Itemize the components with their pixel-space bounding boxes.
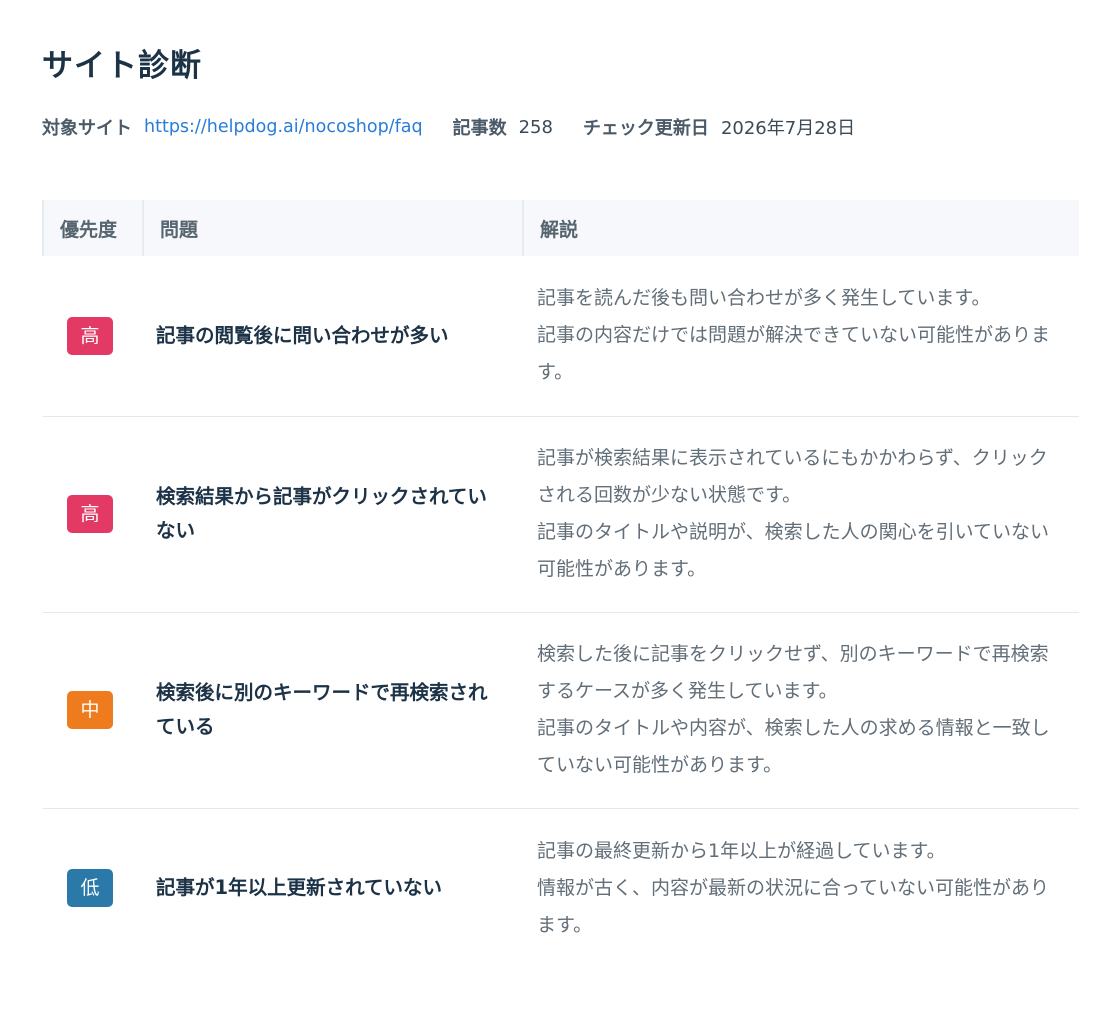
article-count-value: 258 [518,116,553,138]
description-line: 記事のタイトルや説明が、検索した人の関心を引いていない可能性があります。 [537,521,1050,580]
priority-badge-low: 低 [67,869,113,908]
issue-description: 記事を読んだ後も問い合わせが多く発生しています。 記事の内容だけでは問題が解決で… [523,256,1079,417]
priority-badge-high: 高 [67,495,113,533]
issue-description: 検索した後に記事をクリックせず、別のキーワードで再検索するケースが多く発生してい… [523,612,1079,809]
description-line: 検索した後に記事をクリックせず、別のキーワードで再検索するケースが多く発生してい… [537,643,1049,702]
description-line: 記事の内容だけでは問題が解決できていない可能性があります。 [537,324,1051,384]
table-row: 高 検索結果から記事がクリックされていない 記事が検索結果に表示されているにもか… [43,416,1079,613]
target-site-label: 対象サイト [42,118,132,139]
description-line: 記事のタイトルや内容が、検索した人の求める情報と一致していない可能性があります。 [537,717,1050,776]
issue-title: 記事が1年以上更新されていない [156,876,442,900]
table-row: 中 検索後に別のキーワードで再検索されている 検索した後に記事をクリックせず、別… [43,612,1079,809]
priority-badge-medium: 中 [67,691,113,729]
table-header: 優先度 問題 解説 [42,200,1079,256]
site-meta: 対象サイト https://helpdog.ai/nocoshop/faq 記事… [42,112,1078,142]
column-header-priority: 優先度 [42,200,143,256]
priority-badge-high: 高 [67,316,113,355]
description-line: 記事の最終更新から1年以上が経過しています。 [537,839,946,862]
check-updated-label: チェック更新日 [582,118,709,139]
check-updated-date: 2026年7月28日 [720,118,856,139]
table-row: 高 記事の閲覧後に問い合わせが多い 記事を読んだ後も問い合わせが多く発生していま… [43,256,1079,417]
issue-title: 検索結果から記事がクリックされていない [143,416,523,613]
page-title: サイト診断 [42,48,202,84]
issue-title: 検索後に別のキーワードで再検索されている [143,612,523,809]
issues-table: 優先度 問題 解説 高 記事の閲覧後に問い合わせが多い 記事を読んだ後も問い合わ… [42,200,1079,968]
column-header-description: 解説 [522,200,1079,256]
description-line: 記事が検索結果に表示されているにもかかわらず、クリックされる回数が少ない状態です… [537,447,1048,506]
description-line: 記事を読んだ後も問い合わせが多く発生しています。 [537,287,991,310]
table-body: 高 記事の閲覧後に問い合わせが多い 記事を読んだ後も問い合わせが多く発生していま… [43,256,1079,968]
table-row: 低 記事が1年以上更新されていない 記事の最終更新から1年以上が経過しています。… [43,808,1079,968]
column-header-issue: 問題 [142,200,523,256]
issue-title: 記事の閲覧後に問い合わせが多い [143,256,523,417]
description-line: 情報が古く、内容が最新の状況に合っていない可能性があります。 [537,876,1050,936]
issue-description: 記事が検索結果に表示されているにもかかわらず、クリックされる回数が少ない状態です… [523,416,1079,613]
issue-description: 記事の最終更新から1年以上が経過しています。 情報が古く、内容が最新の状況に合っ… [523,808,1079,968]
target-site-link[interactable]: https://helpdog.ai/nocoshop/faq [144,117,423,137]
article-count-label: 記事数 [452,118,507,139]
site-diagnosis-page: サイト診断 対象サイト https://helpdog.ai/nocoshop/… [0,0,1120,1020]
